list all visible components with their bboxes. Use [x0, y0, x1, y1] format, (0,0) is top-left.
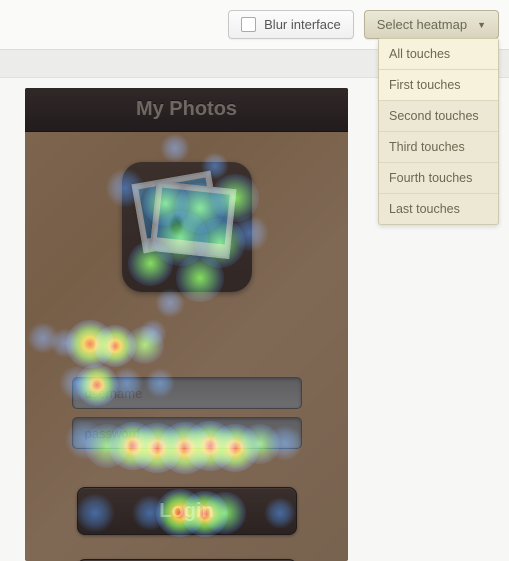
dropdown-item-5[interactable]: Last touches [379, 194, 498, 224]
dropdown-item-3[interactable]: Third touches [379, 132, 498, 163]
select-heatmap-dropdown[interactable]: Select heatmap ▼ [364, 10, 499, 39]
dropdown-item-1[interactable]: First touches [379, 70, 498, 101]
heatmap-dark-overlay [25, 88, 348, 561]
heatmap-dropdown-panel: All touchesFirst touchesSecond touchesTh… [378, 38, 499, 225]
dropdown-item-2[interactable]: Second touches [379, 101, 498, 132]
select-heatmap-label: Select heatmap [377, 17, 467, 32]
blur-checkbox[interactable] [241, 17, 256, 32]
chevron-down-icon: ▼ [477, 20, 486, 30]
blur-interface-button[interactable]: Blur interface [228, 10, 354, 39]
dropdown-item-4[interactable]: Fourth touches [379, 163, 498, 194]
blur-label: Blur interface [264, 17, 341, 32]
dropdown-item-0[interactable]: All touches [379, 39, 498, 70]
phone-screenshot: My Photos username password Login Regist… [25, 88, 348, 561]
